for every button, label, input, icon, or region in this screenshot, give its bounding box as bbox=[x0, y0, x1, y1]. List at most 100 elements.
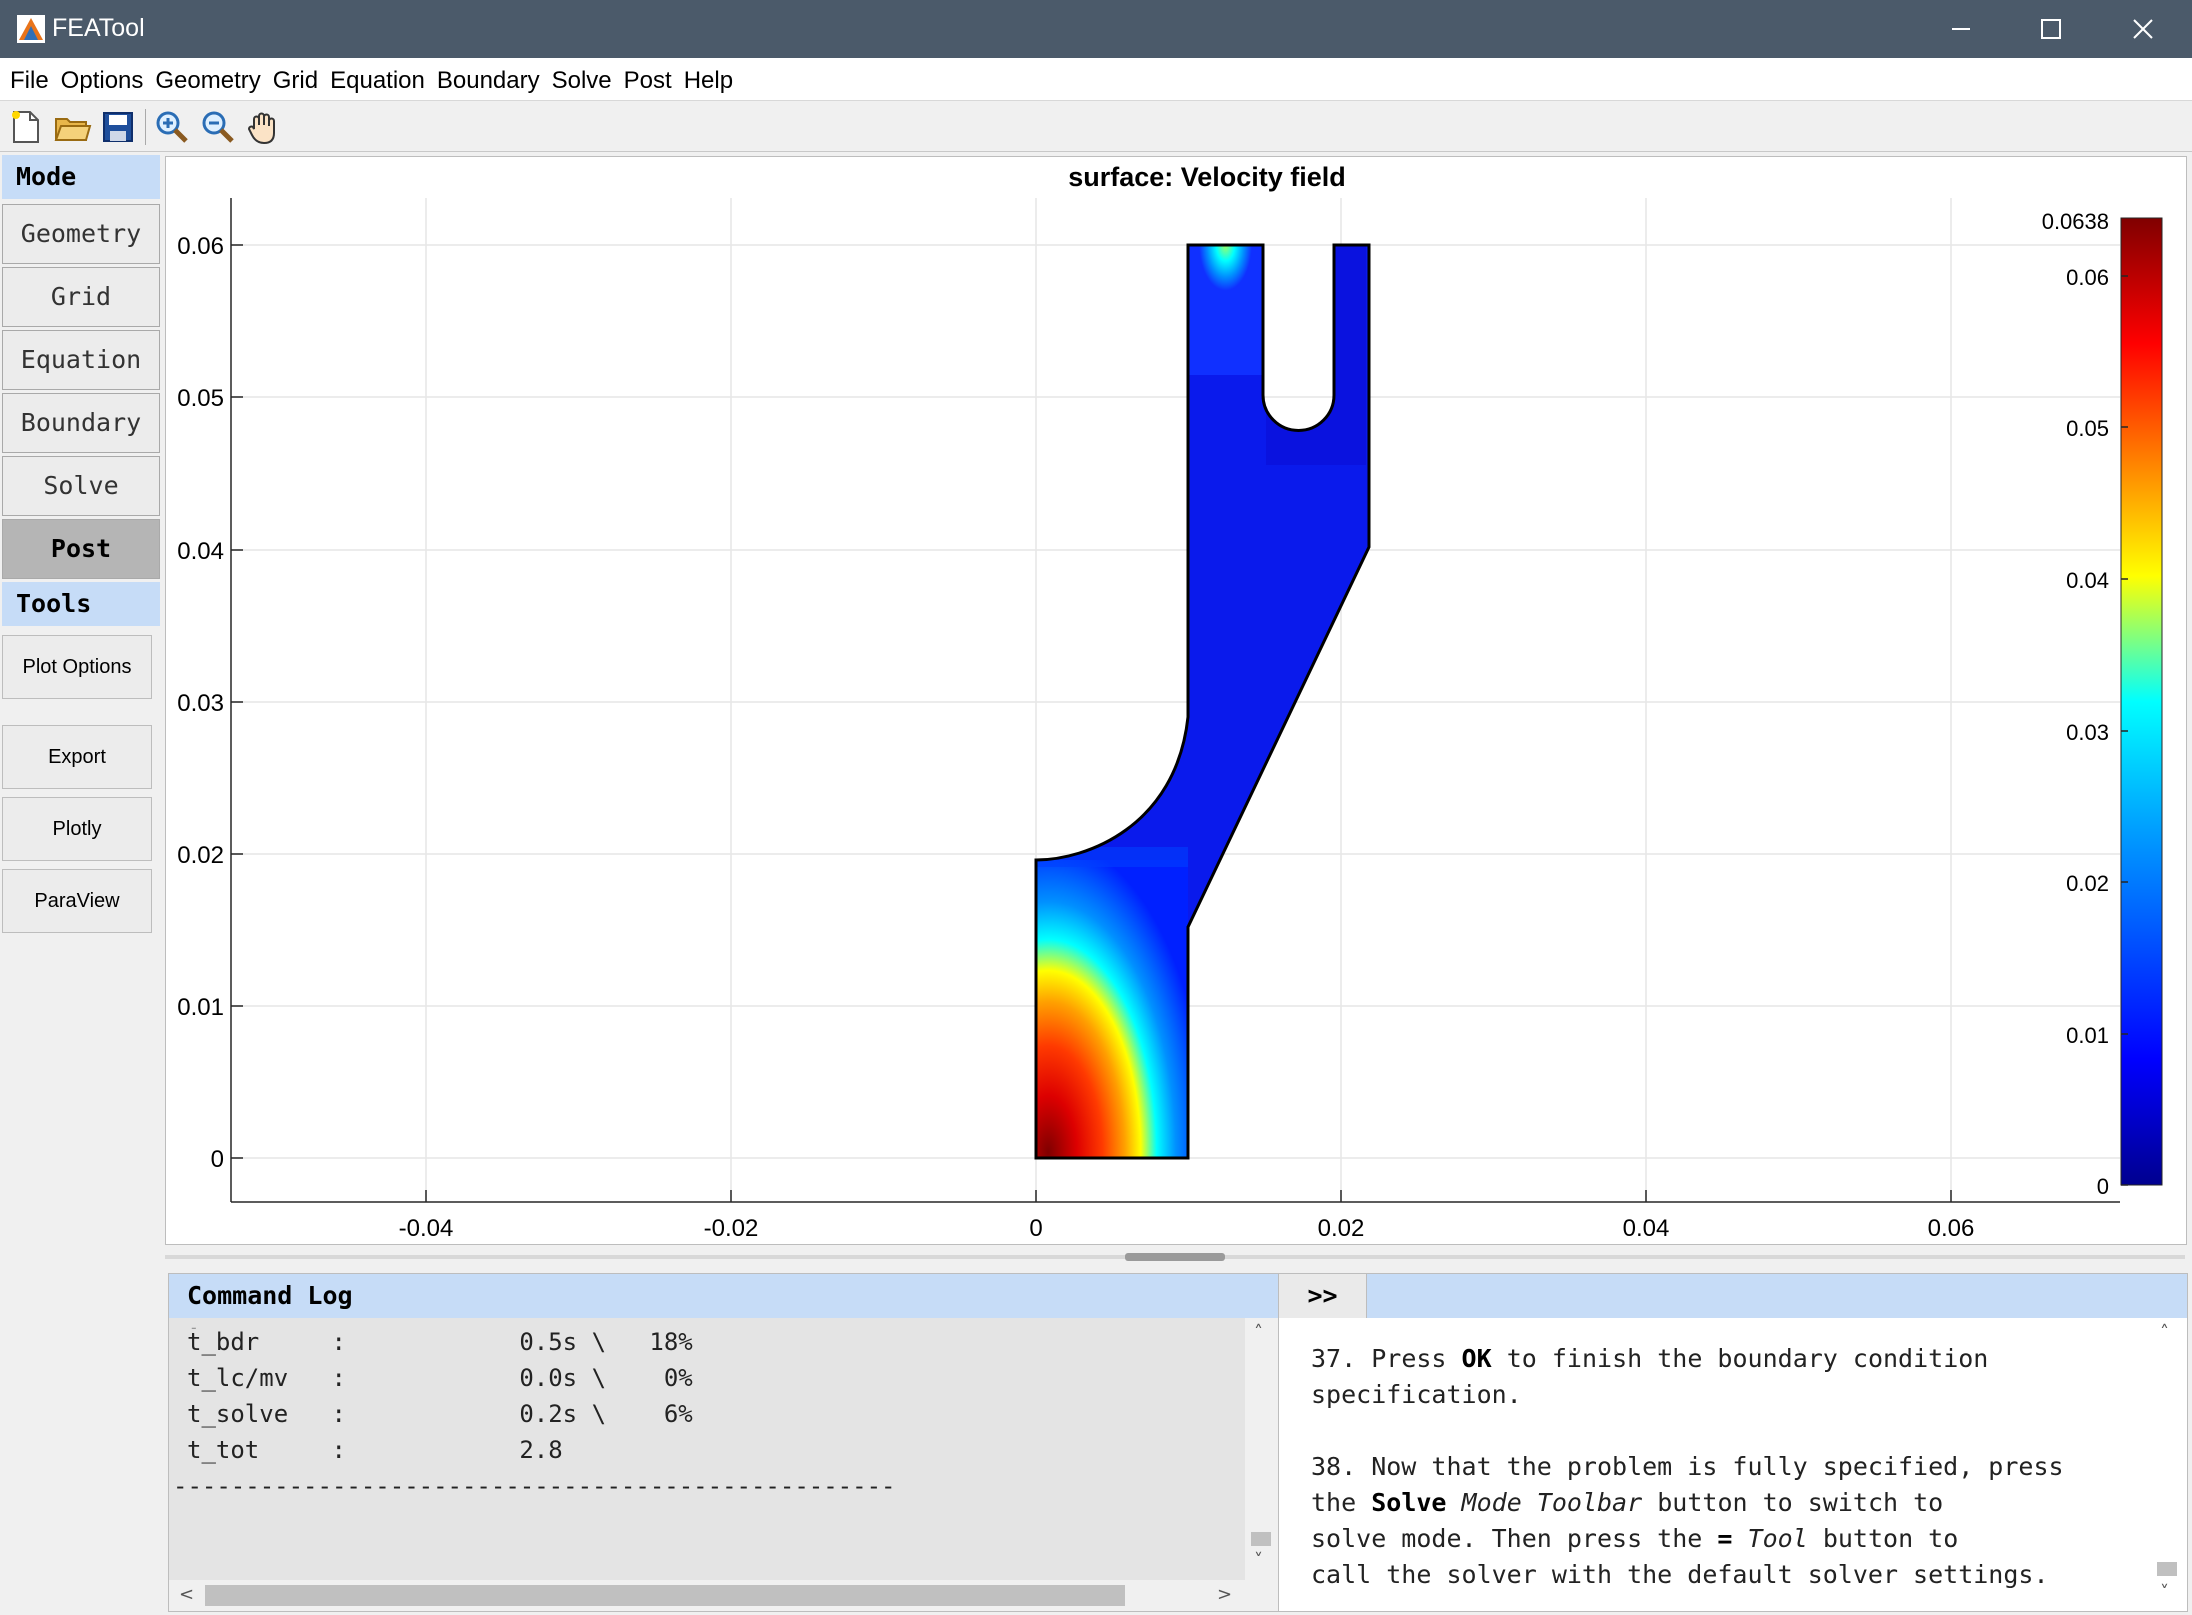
colorbar-tick-label: 0.04 bbox=[2066, 568, 2109, 593]
plot-panel[interactable]: surface: Velocity field -0.04 -0.02 0 0.… bbox=[165, 156, 2187, 1245]
mode-equation-button[interactable]: Equation bbox=[2, 330, 160, 390]
y-tick-label: 0.02 bbox=[177, 842, 224, 869]
log-line: t_tot : 2.8 bbox=[187, 1436, 563, 1464]
toolbar-separator bbox=[145, 109, 146, 145]
tools-header: Tools bbox=[2, 582, 160, 626]
log-line: t_lc/mv : 0.0s \ 0% bbox=[187, 1364, 693, 1392]
mode-solve-button[interactable]: Solve bbox=[2, 456, 160, 516]
scroll-down-arrow-icon[interactable]: ˅ bbox=[2160, 1582, 2169, 1603]
zoom-out-button[interactable] bbox=[198, 107, 238, 147]
mode-header: Mode bbox=[2, 155, 160, 199]
menu-solve[interactable]: Solve bbox=[546, 58, 618, 96]
plot-options-button[interactable]: Plot Options bbox=[2, 635, 152, 699]
menu-post[interactable]: Post bbox=[618, 58, 678, 96]
help-line: the Solve Mode Toolbar button to switch … bbox=[1311, 1488, 1944, 1517]
scroll-up-arrow-icon[interactable]: ˄ bbox=[1254, 1322, 1263, 1343]
scroll-thumb[interactable] bbox=[1251, 1532, 1271, 1546]
scroll-right-arrow-icon[interactable]: > bbox=[1217, 1584, 1232, 1605]
splitter-grip[interactable] bbox=[1125, 1253, 1225, 1261]
export-button[interactable]: Export bbox=[2, 725, 152, 789]
menu-options[interactable]: Options bbox=[55, 58, 150, 96]
panel-splitter[interactable] bbox=[165, 1250, 2185, 1264]
zoom-out-icon bbox=[202, 111, 234, 143]
surface-plot[interactable]: surface: Velocity field -0.04 -0.02 0 0.… bbox=[166, 157, 2186, 1244]
plot-title: surface: Velocity field bbox=[1068, 162, 1346, 192]
colorbar-tick-label: 0.06 bbox=[2066, 265, 2109, 290]
colorbar-tick-label: 0.05 bbox=[2066, 416, 2109, 441]
maximize-icon bbox=[2041, 19, 2061, 39]
mode-boundary-button[interactable]: Boundary bbox=[2, 393, 160, 453]
menu-grid[interactable]: Grid bbox=[267, 58, 324, 96]
plotly-button[interactable]: Plotly bbox=[2, 797, 152, 861]
command-log-text[interactable]: - t_bdr : 0.5s \ 18% t_lc/mv : 0.0s \ 0%… bbox=[169, 1318, 1245, 1580]
help-line: specification. bbox=[1311, 1380, 1522, 1409]
menu-help[interactable]: Help bbox=[678, 58, 739, 96]
menu-bar: File Options Geometry Grid Equation Boundary S… bbox=[0, 58, 2192, 101]
x-tick-label: 0.04 bbox=[1623, 1215, 1670, 1242]
log-line: ----------------------------------------… bbox=[173, 1472, 896, 1500]
y-tick-label: 0.04 bbox=[177, 538, 224, 565]
log-line: t_solve : 0.2s \ 6% bbox=[187, 1400, 693, 1428]
minimize-icon bbox=[1952, 28, 1970, 30]
y-tick-label: 0.03 bbox=[177, 690, 224, 717]
mode-geometry-button[interactable]: Geometry bbox=[2, 204, 160, 264]
colorbar-max-label: 0.0638 bbox=[2042, 209, 2109, 234]
colorbar-tick-label: 0.02 bbox=[2066, 871, 2109, 896]
zoom-in-icon bbox=[156, 111, 188, 143]
help-line: 38. Now that the problem is fully specif… bbox=[1311, 1452, 2064, 1481]
x-tick-label: 0.02 bbox=[1318, 1215, 1365, 1242]
help-line: call the solver with the default solver … bbox=[1311, 1560, 2049, 1589]
colorbar-tick-label: 0 bbox=[2097, 1174, 2109, 1199]
scroll-left-arrow-icon[interactable]: < bbox=[179, 1584, 194, 1605]
x-tick-label: -0.02 bbox=[704, 1215, 759, 1242]
y-tick-label: 0.05 bbox=[177, 385, 224, 412]
y-tick-label: 0.01 bbox=[177, 994, 224, 1021]
close-button[interactable] bbox=[2098, 0, 2188, 58]
pan-hand-icon bbox=[247, 112, 275, 145]
new-file-icon bbox=[12, 111, 39, 143]
log-horizontal-scrollbar[interactable]: < > bbox=[169, 1580, 1245, 1611]
help-toggle-button[interactable]: >> bbox=[1279, 1274, 1367, 1318]
open-folder-icon bbox=[54, 118, 92, 141]
colorbar-tick-label: 0.03 bbox=[2066, 720, 2109, 745]
command-log-header: Command Log bbox=[169, 1274, 1279, 1318]
scroll-up-arrow-icon[interactable]: ˄ bbox=[2160, 1322, 2169, 1343]
menu-boundary[interactable]: Boundary bbox=[431, 58, 546, 96]
menu-file[interactable]: File bbox=[0, 58, 55, 96]
help-line: solve mode. Then press the = Tool button… bbox=[1311, 1524, 1959, 1553]
zoom-in-button[interactable] bbox=[152, 107, 192, 147]
y-tick-label: 0 bbox=[211, 1146, 224, 1173]
minimize-button[interactable] bbox=[1916, 0, 2006, 58]
featool-app-icon bbox=[17, 15, 45, 43]
pan-button[interactable] bbox=[244, 107, 284, 147]
sidebar: Mode Geometry Grid Equation Boundary Sol… bbox=[0, 152, 162, 1615]
scroll-down-arrow-icon[interactable]: ˅ bbox=[1254, 1550, 1263, 1571]
y-tick-label: 0.06 bbox=[177, 233, 224, 260]
save-button[interactable] bbox=[98, 107, 138, 147]
help-vertical-scrollbar[interactable]: ˄ ˅ bbox=[2151, 1318, 2183, 1611]
menu-geometry[interactable]: Geometry bbox=[149, 58, 266, 96]
save-icon bbox=[103, 112, 133, 142]
menu-equation[interactable]: Equation bbox=[324, 58, 431, 96]
toolbar bbox=[0, 101, 2192, 152]
help-header-bar bbox=[1367, 1274, 2187, 1318]
scroll-thumb[interactable] bbox=[2157, 1562, 2177, 1576]
window-title: FEATool bbox=[52, 14, 145, 42]
help-text[interactable]: 37. Press OK to finish the boundary cond… bbox=[1279, 1318, 2151, 1611]
log-line: t_bdr : 0.5s \ 18% bbox=[187, 1328, 693, 1356]
x-tick-label: 0.06 bbox=[1928, 1215, 1975, 1242]
close-icon bbox=[2133, 19, 2153, 39]
colorbar-tick-label: 0.01 bbox=[2066, 1023, 2109, 1048]
x-tick-label: 0 bbox=[1029, 1215, 1042, 1242]
x-tick-label: -0.04 bbox=[399, 1215, 454, 1242]
mode-post-button[interactable]: Post bbox=[2, 519, 160, 579]
new-file-button[interactable] bbox=[6, 107, 46, 147]
title-bar: FEATool bbox=[0, 0, 2192, 58]
open-button[interactable] bbox=[52, 107, 92, 147]
maximize-button[interactable] bbox=[2006, 0, 2096, 58]
command-log-panel: Command Log - t_bdr : 0.5s \ 18% t_lc/mv… bbox=[168, 1273, 1280, 1612]
log-vertical-scrollbar[interactable]: ˄ ˅ bbox=[1245, 1318, 1277, 1580]
scroll-thumb[interactable] bbox=[205, 1585, 1125, 1606]
paraview-button[interactable]: ParaView bbox=[2, 869, 152, 933]
mode-grid-button[interactable]: Grid bbox=[2, 267, 160, 327]
